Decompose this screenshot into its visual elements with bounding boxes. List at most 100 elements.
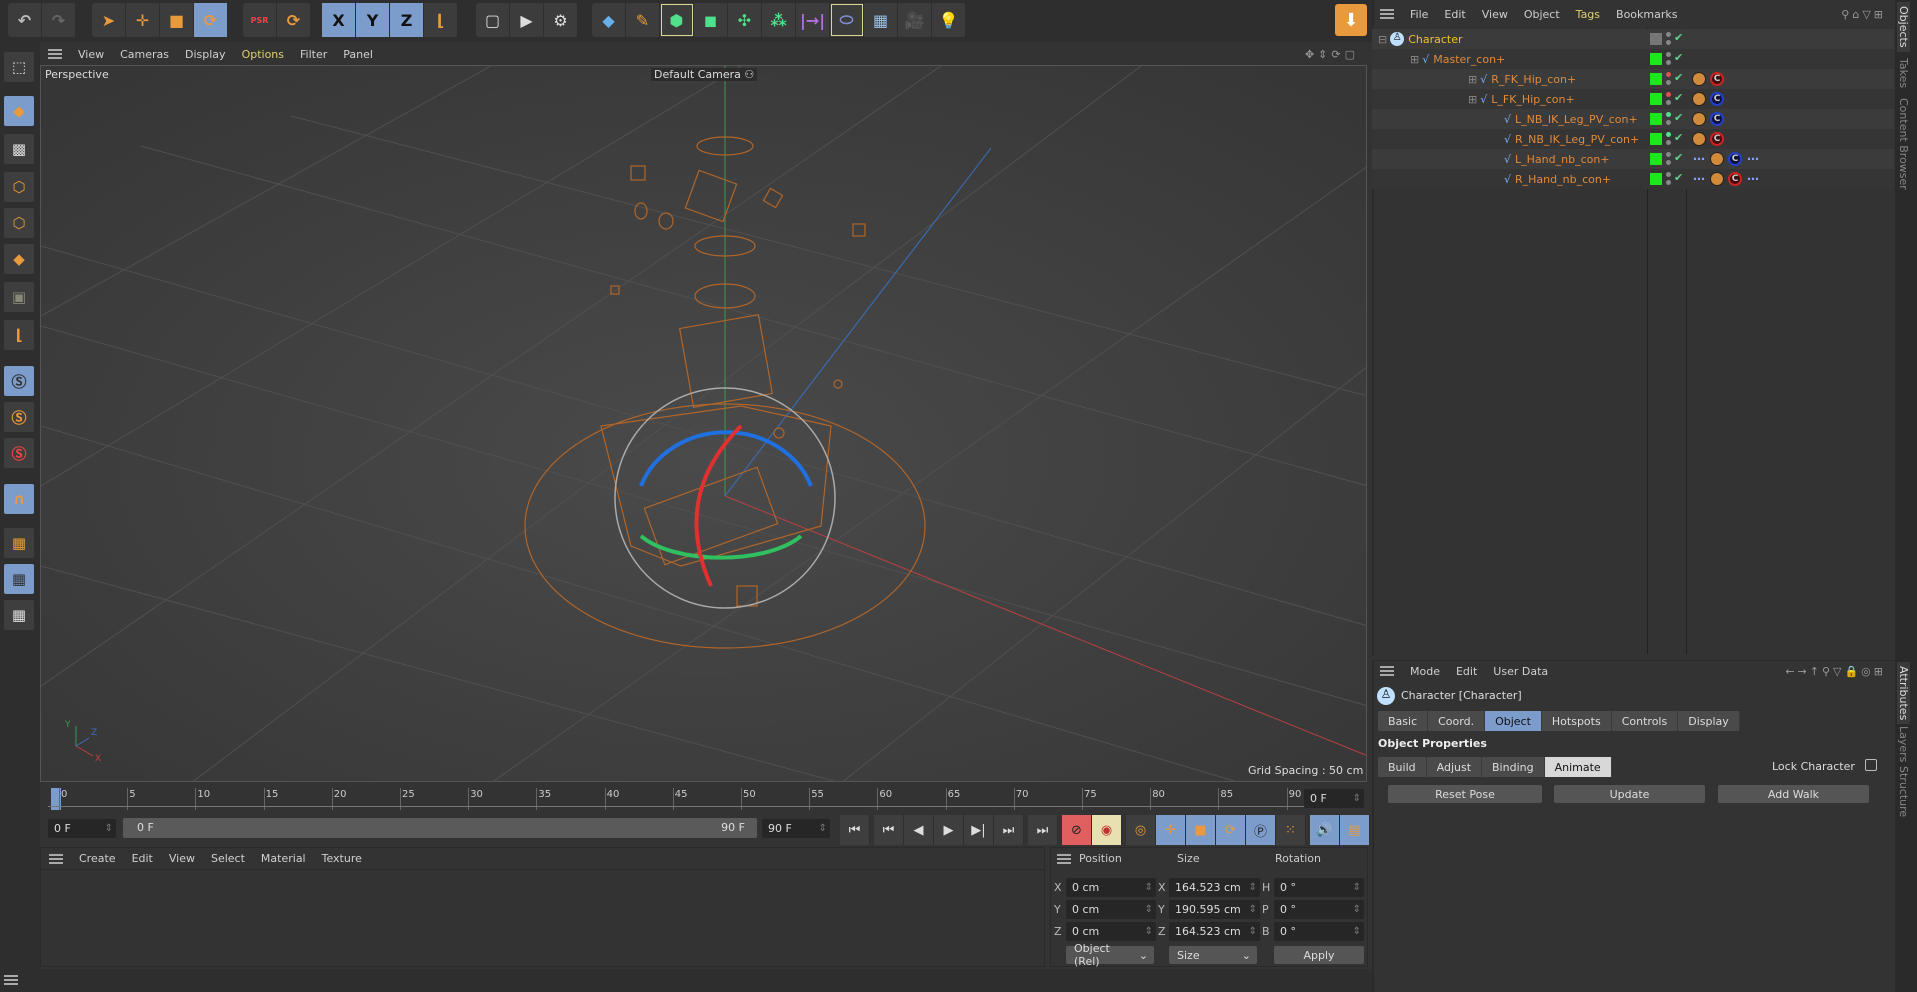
planar-workplane-icon[interactable]: ▦ [4, 600, 34, 630]
protection-tag-icon[interactable] [1692, 112, 1706, 126]
go-to-end-icon[interactable]: ⏭ [1028, 815, 1058, 845]
object-name[interactable]: L_FK_Hip_con+ [1491, 93, 1574, 106]
enabled-check-icon[interactable]: ✔ [1674, 31, 1683, 44]
subdivision-icon[interactable]: ⬢ [660, 3, 694, 37]
go-to-start-icon[interactable]: ⏮ [840, 815, 870, 845]
mograph-icon[interactable]: ⁂ [762, 3, 796, 37]
keyframe-selection-icon[interactable]: ◎ [1126, 815, 1156, 845]
menu-file[interactable]: File [1402, 8, 1436, 21]
ik-tag-icon[interactable]: ⋯ [1692, 152, 1706, 166]
prev-frame-icon[interactable]: ◀ [904, 815, 934, 845]
menu-material[interactable]: Material [253, 852, 314, 865]
subtab-binding[interactable]: Binding [1482, 757, 1545, 777]
rotate-icon[interactable]: ⟳ [194, 3, 228, 37]
menu-view[interactable]: View [1474, 8, 1516, 21]
object-name[interactable]: Character [1408, 33, 1462, 46]
extrude-icon[interactable]: ◼ [694, 3, 728, 37]
menu-cameras[interactable]: Cameras [112, 48, 177, 61]
menu-select[interactable]: Select [203, 852, 253, 865]
autokey-icon[interactable]: ◉ [1092, 815, 1122, 845]
move-icon[interactable]: ✛ [126, 3, 160, 37]
menu-filter[interactable]: Filter [292, 48, 335, 61]
preview-range-slider[interactable]: 0 F 90 F [123, 818, 757, 838]
menu-bookmarks[interactable]: Bookmarks [1608, 8, 1685, 21]
menu-icon[interactable] [1380, 666, 1394, 676]
layer-color-icon[interactable] [1650, 53, 1662, 65]
visibility-dots-icon[interactable] [1666, 72, 1671, 86]
workplane-icon[interactable]: ▦ [4, 528, 34, 558]
visibility-dots-icon[interactable] [1666, 172, 1671, 186]
apply-button[interactable]: Apply [1274, 946, 1364, 964]
size-field[interactable]: 164.523 cm [1169, 878, 1260, 897]
ik-tag-icon[interactable]: ⋯ [1746, 152, 1760, 166]
constraint-tag-icon[interactable]: C [1710, 132, 1724, 146]
size-field[interactable]: 190.595 cm [1169, 900, 1260, 919]
x-axis-icon[interactable]: X [322, 3, 356, 37]
constraint-tag-icon[interactable]: C [1728, 172, 1742, 186]
z-axis-icon[interactable]: Z [390, 3, 424, 37]
tab-basic[interactable]: Basic [1378, 711, 1429, 731]
subtab-adjust[interactable]: Adjust [1426, 757, 1483, 777]
size-mode-select[interactable]: Size ⌄ [1169, 946, 1257, 964]
object-name[interactable]: R_NB_IK_Leg_PV_con+ [1515, 133, 1639, 146]
ik-tag-icon[interactable]: ⋯ [1746, 172, 1760, 186]
next-frame-icon[interactable]: ▶| [964, 815, 994, 845]
cube-icon[interactable]: ◆ [592, 3, 626, 37]
layer-color-icon[interactable] [1650, 133, 1662, 145]
menu-user-data[interactable]: User Data [1485, 665, 1556, 678]
floor-icon[interactable]: ▦ [864, 3, 898, 37]
record-icon[interactable]: ⊘ [1062, 815, 1092, 845]
object-name[interactable]: L_NB_IK_Leg_PV_con+ [1515, 113, 1638, 126]
recent-tool-icon[interactable]: ⟳ [277, 3, 311, 37]
menu-view[interactable]: View [161, 852, 203, 865]
visibility-dots-icon[interactable] [1666, 52, 1671, 66]
menu-icon[interactable] [4, 975, 18, 985]
object-row[interactable]: √ R_NB_IK_Leg_PV_con+ ✔ C [1372, 129, 1894, 149]
make-editable-icon[interactable]: ⬚ [4, 52, 34, 82]
menu-create[interactable]: Create [71, 852, 124, 865]
protection-tag-icon[interactable] [1692, 132, 1706, 146]
y-axis-icon[interactable]: Y [356, 3, 390, 37]
menu-texture[interactable]: Texture [314, 852, 370, 865]
tab-display[interactable]: Display [1678, 711, 1740, 731]
locked-workplane-icon[interactable]: ▦ [4, 564, 34, 594]
pen-icon[interactable]: ✎ [626, 3, 660, 37]
position-field[interactable]: 0 cm [1066, 922, 1156, 941]
key-scale-icon[interactable]: ■ [1186, 815, 1216, 845]
layer-color-icon[interactable] [1650, 153, 1662, 165]
object-name[interactable]: Master_con+ [1433, 53, 1505, 66]
layer-color-icon[interactable] [1650, 173, 1662, 185]
enabled-check-icon[interactable]: ✔ [1674, 71, 1683, 84]
end-frame-field[interactable]: 90 F [762, 819, 830, 838]
menu-object[interactable]: Object [1516, 8, 1568, 21]
menu-edit[interactable]: Edit [1436, 8, 1473, 21]
tab-layers[interactable]: Layers [1897, 726, 1910, 762]
psr-icon[interactable]: PSR [243, 3, 277, 37]
key-position-icon[interactable]: ✛ [1156, 815, 1186, 845]
expand-icon[interactable]: ⊟ [1378, 33, 1387, 46]
object-row[interactable]: ⊞ √ Master_con+ ✔ [1372, 49, 1894, 69]
constraint-tag-icon[interactable]: C [1710, 72, 1724, 86]
menu-view[interactable]: View [70, 48, 112, 61]
viewport-nav-icons[interactable]: ✥⇕⟳▢ [1297, 48, 1367, 61]
position-field[interactable]: 0 cm [1066, 900, 1156, 919]
reset-pose-button[interactable]: Reset Pose [1388, 785, 1542, 803]
layer-color-icon[interactable] [1650, 93, 1662, 105]
protection-tag-icon[interactable] [1692, 92, 1706, 106]
key-param-icon[interactable]: Ⓟ [1246, 815, 1276, 845]
expand-icon[interactable]: ⊞ [1468, 73, 1477, 86]
redo-icon[interactable]: ↷ [42, 3, 76, 37]
snap-settings-icon[interactable]: Ⓢ [4, 402, 34, 432]
enabled-check-icon[interactable]: ✔ [1674, 131, 1683, 144]
menu-edit[interactable]: Edit [124, 852, 161, 865]
tab-hotspots[interactable]: Hotspots [1541, 711, 1612, 731]
coordinate-system-icon[interactable]: ⌊ [424, 3, 458, 37]
texture-mode-icon[interactable]: ▩ [4, 134, 34, 164]
visibility-dots-icon[interactable] [1666, 92, 1671, 106]
snap-icon[interactable]: Ⓢ [4, 366, 34, 396]
magnet-icon[interactable]: ∩ [4, 484, 34, 514]
next-key-icon[interactable]: ⏭ [994, 815, 1024, 845]
menu-tags[interactable]: Tags [1568, 8, 1608, 21]
prev-key-icon[interactable]: ⏮ [874, 815, 904, 845]
menu-icon[interactable] [1380, 9, 1394, 19]
